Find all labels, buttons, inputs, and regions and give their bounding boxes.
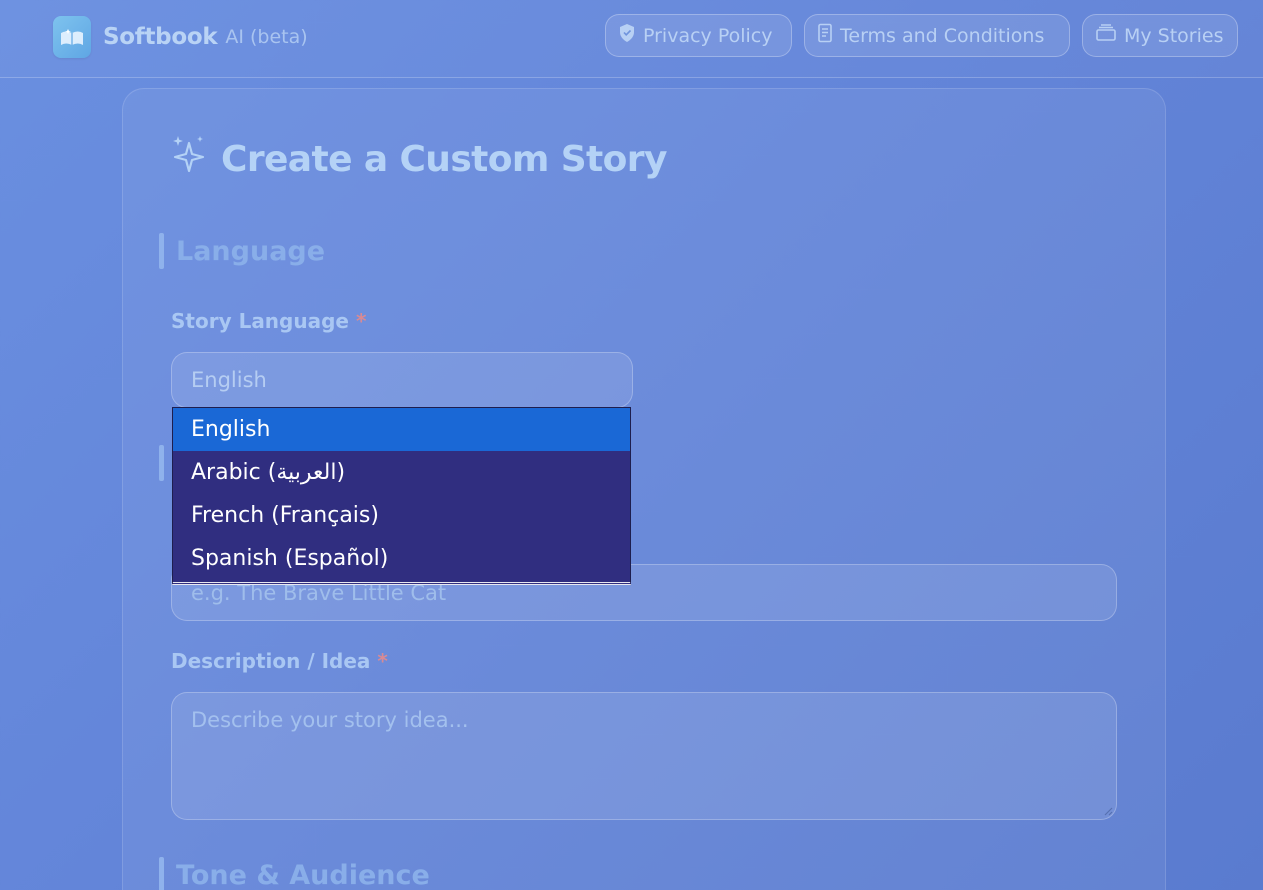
privacy-policy-label: Privacy Policy — [643, 24, 773, 47]
required-mark: * — [377, 649, 388, 673]
section-tone-audience: Tone & Audience — [159, 857, 430, 890]
resize-handle-icon[interactable] — [1103, 806, 1113, 816]
section-title-tone: Tone & Audience — [176, 859, 430, 890]
language-option-english[interactable]: English — [173, 408, 630, 451]
language-option-arabic[interactable]: Arabic (العربية) — [173, 451, 630, 494]
brand[interactable]: Softbook AI (beta) — [53, 16, 308, 58]
page-title: Create a Custom Story — [221, 138, 667, 180]
section-title-language: Language — [176, 235, 326, 267]
privacy-policy-button[interactable]: Privacy Policy — [605, 14, 792, 57]
section-language: Language — [159, 233, 325, 269]
book-logo-icon — [53, 16, 91, 58]
my-stories-button[interactable]: My Stories — [1082, 14, 1238, 57]
story-language-selected-value: English — [191, 368, 267, 392]
brand-suffix: AI (beta) — [225, 26, 308, 48]
story-language-label: Story Language * — [171, 309, 366, 333]
top-navbar: Softbook AI (beta) Privacy Policy Terms … — [0, 0, 1263, 78]
required-mark: * — [355, 309, 367, 333]
description-label-text: Description / Idea — [171, 649, 371, 673]
description-placeholder: Describe your story idea... — [191, 708, 469, 732]
shield-icon — [618, 23, 636, 48]
top-nav: Privacy Policy Terms and Conditions My S… — [605, 14, 1238, 57]
terms-button[interactable]: Terms and Conditions — [804, 14, 1070, 57]
my-stories-label: My Stories — [1124, 24, 1224, 47]
description-label: Description / Idea * — [171, 649, 388, 673]
brand-name: Softbook — [103, 24, 218, 50]
document-icon — [817, 23, 833, 48]
section-accent-bar — [159, 857, 164, 890]
terms-label: Terms and Conditions — [840, 24, 1045, 47]
form-title-row: Create a Custom Story — [171, 135, 667, 183]
story-language-select[interactable]: English — [171, 352, 633, 408]
language-option-spanish[interactable]: Spanish (Español) — [173, 537, 630, 580]
language-option-french[interactable]: French (Français) — [173, 494, 630, 537]
sparkles-icon — [171, 135, 207, 183]
language-dropdown-list: English Arabic (العربية) French (Françai… — [172, 407, 631, 585]
description-textarea[interactable]: Describe your story idea... — [171, 692, 1117, 820]
section-accent-bar — [159, 445, 164, 481]
story-language-label-text: Story Language — [171, 309, 349, 333]
stack-icon — [1095, 24, 1117, 47]
section-accent-bar — [159, 233, 164, 269]
